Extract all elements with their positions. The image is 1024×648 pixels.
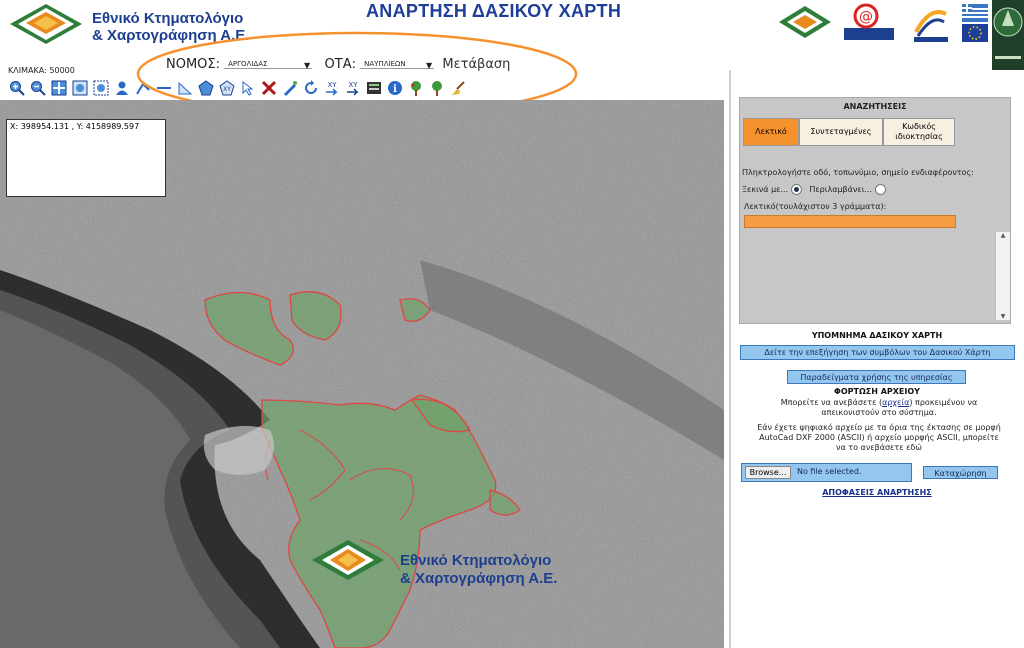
zoom-in-icon[interactable] — [7, 79, 26, 98]
ktimatologio-logo — [779, 6, 831, 38]
company-name-line1: Εθνικό Κτηματολόγιο — [92, 10, 244, 27]
scroll-up-icon[interactable]: ▲ — [996, 232, 1010, 239]
map-watermark-line1: Εθνικό Κτηματολόγιο — [400, 552, 552, 569]
draw-icon[interactable] — [280, 79, 299, 98]
contains-label: Περιλαμβάνει... — [809, 185, 873, 194]
ota-select-value: ΝΑΥΠΛΙΕΩΝ — [364, 60, 406, 68]
ellada-2008-logo — [914, 10, 948, 42]
page-title: ΑΝΑΡΤΗΣΗ ΔΑΣΙΚΟΥ ΧΑΡΤΗ — [366, 1, 622, 21]
svg-text:@: @ — [859, 9, 873, 25]
chevron-down-icon: ▼ — [425, 61, 433, 70]
ota-select[interactable]: ΝΑΥΠΛΙΕΩΝ ▼ — [360, 60, 435, 70]
line-icon[interactable] — [154, 79, 173, 98]
select-icon[interactable] — [238, 79, 257, 98]
go-button[interactable]: Μετάβαση — [442, 57, 510, 72]
polygon-icon[interactable] — [196, 79, 215, 98]
examples-button[interactable]: Παραδείγματα χρήσης της υπηρεσίας — [787, 370, 966, 384]
upload-description: Μπορείτε να ανεβάσετε (αρχεία) προκειμέν… — [739, 398, 1019, 418]
search-panel: ΑΝΑΖΗΤΗΣΕΙΣ Λεκτικό Συντεταγμένες Κωδικό… — [739, 97, 1011, 324]
svg-text:i: i — [393, 84, 397, 95]
xy-export-icon[interactable]: XY — [343, 79, 362, 98]
svg-text:XY: XY — [348, 81, 358, 89]
map-toolbar: XY XY XY i — [5, 77, 514, 99]
files-link[interactable]: αρχεία — [882, 398, 909, 407]
starts-with-radio[interactable] — [790, 184, 802, 195]
nomos-select[interactable]: ΑΡΓΟΛΙΔΑΣ ▼ — [224, 60, 313, 70]
company-logo-mark — [10, 4, 82, 44]
map-watermark: Εθνικό Κτηματολόγιο & Χαρτογράφηση Α.Ε. — [400, 552, 557, 588]
legend-title: ΥΠΟΜΝΗΜΑ ΔΑΣΙΚΟΥ ΧΑΡΤΗ — [811, 331, 943, 340]
match-mode: Ξεκινά με... Περιλαμβάνει... — [742, 184, 886, 195]
company-name: Εθνικό Κτηματολόγιο & Χαρτογράφηση Α.Ε. — [92, 10, 249, 44]
location-selector: ΝΟΜΟΣ: ΑΡΓΟΛΙΔΑΣ ▼ ΟΤΑ: ΝΑΥΠΛΙΕΩΝ ▼ Μετάβα… — [166, 57, 510, 75]
search-prompt: Πληκτρολογήστε οδό, τοπωνύμιο, σημείο εν… — [742, 168, 974, 177]
xy-icon[interactable]: XY — [217, 79, 236, 98]
upload-desc-line2: απεικονιστούν στο σύστημα. — [821, 408, 937, 417]
company-name-line2: & Χαρτογράφηση Α.Ε. — [92, 27, 250, 44]
clear-icon[interactable] — [259, 79, 278, 98]
pan-icon[interactable] — [49, 79, 68, 98]
xy-go-icon[interactable]: XY — [322, 79, 341, 98]
coordinates-value: X: 398954.131 , Y: 4158989.597 — [10, 122, 140, 131]
e-gov-logo: @ — [844, 3, 894, 40]
register-button[interactable]: Καταχώρηση — [923, 466, 998, 479]
broom-icon[interactable] — [448, 79, 467, 98]
nomos-select-value: ΑΡΓΟΛΙΔΑΣ — [228, 60, 268, 68]
info-icon[interactable]: i — [385, 79, 404, 98]
file-status: No file selected. — [797, 467, 862, 476]
tab-coordinates[interactable]: Συντεταγμένες — [799, 118, 883, 146]
zoom-extent-icon[interactable] — [70, 79, 89, 98]
starts-with-label: Ξεκινά με... — [742, 185, 789, 194]
svg-text:XY: XY — [223, 86, 231, 93]
format-note-line2: AutoCad DXF 2000 (ASCII) ή αρχείο μορφής… — [759, 433, 999, 442]
upload-desc-prefix: Μπορείτε να ανεβάσετε ( — [780, 398, 883, 407]
chevron-down-icon: ▼ — [303, 61, 311, 70]
tree-alt-icon[interactable] — [427, 79, 446, 98]
search-title: ΑΝΑΖΗΤΗΣΕΙΣ — [843, 102, 907, 111]
measure-icon[interactable] — [133, 79, 152, 98]
format-note-line1: Εάν έχετε ψηφιακό αρχείο με τα όρια της … — [757, 423, 1001, 432]
svg-text:XY: XY — [327, 81, 337, 89]
map-watermark-line2: & Χαρτογράφηση Α.Ε. — [400, 570, 558, 587]
upload-desc-suffix: ) προκειμένου να — [909, 398, 978, 407]
zoom-out-icon[interactable] — [28, 79, 47, 98]
results-scrollbar[interactable]: ▲ ▼ — [995, 232, 1010, 320]
search-input[interactable] — [744, 215, 956, 228]
scroll-down-icon[interactable]: ▼ — [996, 313, 1010, 320]
ministry-logo — [992, 0, 1024, 70]
company-logo: Εθνικό Κτηματολόγιο & Χαρτογράφηση Α.Ε. — [8, 2, 278, 50]
refresh-icon[interactable] — [301, 79, 320, 98]
contains-radio[interactable] — [874, 184, 886, 195]
browse-button[interactable]: Browse... — [745, 466, 791, 479]
file-input: Browse... No file selected. — [741, 463, 912, 482]
area-measure-icon[interactable] — [175, 79, 194, 98]
upload-format-note: Εάν έχετε ψηφιακό αρχείο με τα όρια της … — [739, 423, 1019, 453]
tab-text[interactable]: Λεκτικό — [743, 118, 799, 146]
user-icon[interactable] — [112, 79, 131, 98]
tab-property-code[interactable]: Κωδικός ιδιοκτησίας — [883, 118, 955, 146]
decisions-link[interactable]: ΑΠΟΦΑΣΕΙΣ ΑΝΑΡΤΗΣΗΣ — [739, 488, 1015, 497]
greece-eu-flags-logo — [962, 4, 988, 42]
tree-icon[interactable] — [406, 79, 425, 98]
legend-explanation-button[interactable]: Δείτε την επεξήγηση των συμβόλων του Δασ… — [740, 345, 1015, 360]
ota-label: ΟΤΑ: — [324, 57, 356, 72]
zoom-window-icon[interactable] — [91, 79, 110, 98]
search-text-label: Λεκτικό(τουλάχιστον 3 γράμματα): — [744, 202, 887, 211]
nomos-label: ΝΟΜΟΣ: — [166, 57, 220, 72]
format-note-line3: να το ανεβάσετε εδώ — [836, 443, 922, 452]
map-scale: ΚΛΙΜΑΚΑ: 50000 — [8, 66, 75, 75]
coordinates-display: X: 398954.131 , Y: 4158989.597 — [6, 119, 166, 197]
map-info-icon[interactable] — [364, 79, 383, 98]
upload-title: ΦΟΡΤΩΣΗ ΑΡΧΕΙΟΥ — [834, 387, 920, 396]
